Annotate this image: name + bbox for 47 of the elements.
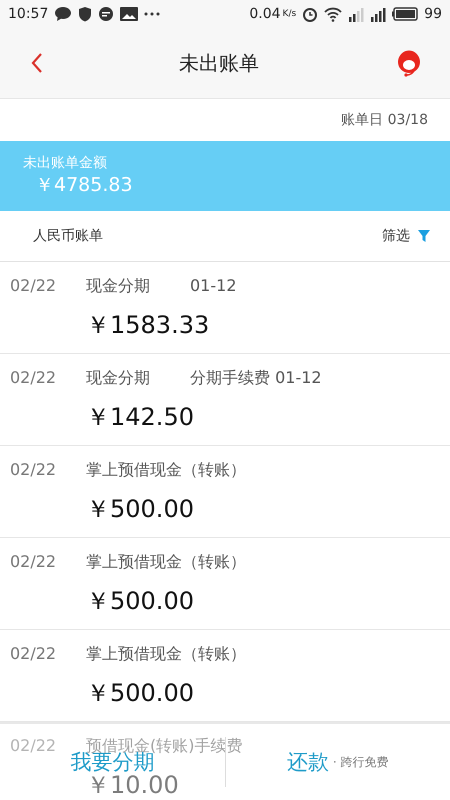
transaction-row[interactable]: 02/22 现金分期 01-12 ￥1583.33 xyxy=(0,262,450,354)
wifi-icon xyxy=(324,6,342,22)
summary-amount: ￥4785.83 xyxy=(35,173,134,198)
transaction-row[interactable]: 02/22 掌上预借现金（转账） ￥500.00 xyxy=(0,538,450,630)
bill-date: 账单日 03/18 xyxy=(341,111,428,129)
transaction-date: 02/22 xyxy=(9,368,58,387)
more-icon xyxy=(144,12,160,16)
transaction-note: 分期手续费 01-12 xyxy=(190,368,322,389)
network-speed: 0.04 xyxy=(249,6,281,22)
transaction-note: 01-12 xyxy=(190,276,236,297)
chat-icon xyxy=(54,6,72,22)
image-icon xyxy=(120,7,138,21)
transaction-title: 掌上预借现金（转账） xyxy=(86,644,246,665)
signal-icon xyxy=(348,6,364,22)
transaction-row[interactable]: 02/22 掌上预借现金（转账） ￥500.00 xyxy=(0,446,450,538)
transaction-amount: ￥500.00 xyxy=(86,586,195,617)
battery-icon xyxy=(392,7,418,21)
transaction-title: 掌上预借现金（转账） xyxy=(86,460,246,481)
filter-button[interactable]: 筛选 xyxy=(382,227,430,245)
signal-icon xyxy=(370,6,386,22)
filter-icon xyxy=(418,230,430,242)
alarm-icon xyxy=(302,6,318,22)
transaction-amount: ￥500.00 xyxy=(86,678,195,709)
back-button[interactable] xyxy=(30,52,44,74)
transaction-amount: ￥10.00 xyxy=(86,771,180,800)
transaction-title: 现金分期 xyxy=(86,276,151,297)
transaction-date: 02/22 xyxy=(9,736,58,755)
transaction-row[interactable]: 02/22 现金分期 分期手续费 01-12 ￥142.50 xyxy=(0,354,450,446)
transaction-title: 现金分期 xyxy=(86,368,151,389)
transaction-date: 02/22 xyxy=(9,276,58,295)
speed-unit: K/s xyxy=(282,9,296,19)
summary-label: 未出账单金额 xyxy=(23,154,108,172)
status-time: 10:57 xyxy=(8,6,48,22)
transaction-amount: ￥500.00 xyxy=(86,494,195,525)
transaction-amount: ￥1583.33 xyxy=(86,310,210,341)
battery-level: 99 xyxy=(424,6,442,22)
message-icon xyxy=(98,6,114,22)
transaction-title: 掌上预借现金（转账） xyxy=(86,552,246,573)
transaction-date: 02/22 xyxy=(9,552,58,571)
repay-note: · 跨行免费 xyxy=(332,754,389,770)
transaction-row[interactable]: 02/22 掌上预借现金（转账） ￥500.00 xyxy=(0,630,450,722)
currency-label: 人民币账单 xyxy=(33,227,103,245)
transaction-date: 02/22 xyxy=(9,460,58,479)
transaction-amount: ￥142.50 xyxy=(86,402,195,433)
transaction-date: 02/22 xyxy=(9,644,58,663)
page-title: 未出账单 xyxy=(179,50,259,76)
shield-icon xyxy=(78,6,92,22)
